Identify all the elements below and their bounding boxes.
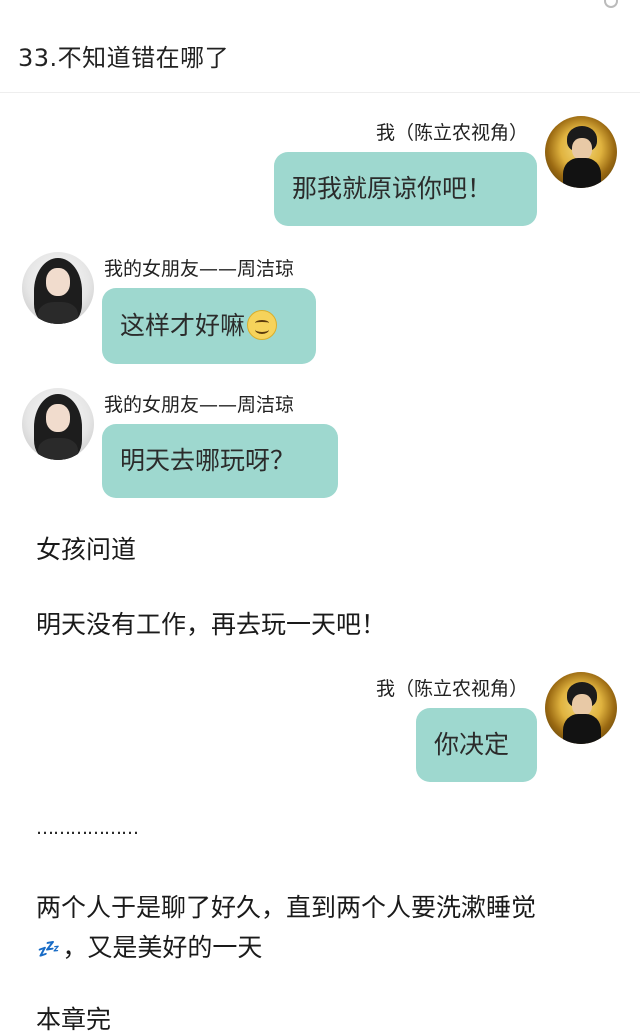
message-text: 这样才好嘛 — [120, 311, 246, 340]
avatar-girlfriend[interactable] — [22, 252, 94, 324]
narration-text: ，又是美好的一天 — [62, 933, 263, 962]
avatar-me[interactable] — [545, 116, 617, 188]
smiling-face-icon — [247, 310, 278, 340]
narration-paragraph: 女孩问道 — [36, 535, 137, 564]
narration-paragraph: 明天没有工作，再去玩一天吧！ — [36, 610, 387, 639]
message-text: 明天去哪玩呀？ — [120, 446, 296, 475]
chat-bubble[interactable]: 你决定 — [416, 708, 537, 782]
chat-bubble[interactable]: 明天去哪玩呀？ — [102, 424, 338, 498]
status-dot-icon — [604, 0, 618, 8]
sender-name-me: 我（陈立农视角） — [375, 678, 528, 700]
sender-name-me: 我（陈立农视角） — [375, 122, 528, 144]
message-text: 你决定 — [434, 730, 510, 759]
avatar-girlfriend[interactable] — [22, 388, 94, 460]
chat-bubble[interactable]: 这样才好嘛 — [102, 288, 316, 364]
narration-paragraph: 💤 ，又是美好的一天 — [36, 928, 262, 964]
chapter-title: 33.不知道错在哪了 — [18, 44, 230, 72]
message-text: 那我就原谅你吧！ — [292, 174, 493, 203]
ellipsis-divider: ……………… — [36, 818, 139, 839]
narration-paragraph: 两个人于是聊了好久，直到两个人要洗漱睡觉 — [36, 893, 537, 922]
chat-bubble[interactable]: 那我就原谅你吧！ — [274, 152, 537, 226]
avatar-me[interactable] — [545, 672, 617, 744]
chapter-header: 33.不知道错在哪了 — [0, 0, 640, 93]
sender-name-girlfriend: 我的女朋友——周洁琼 — [104, 394, 295, 416]
sender-name-girlfriend: 我的女朋友——周洁琼 — [104, 258, 295, 280]
sleep-zzz-icon: 💤 — [36, 938, 58, 960]
chapter-end-label: 本章完 — [36, 1005, 112, 1034]
